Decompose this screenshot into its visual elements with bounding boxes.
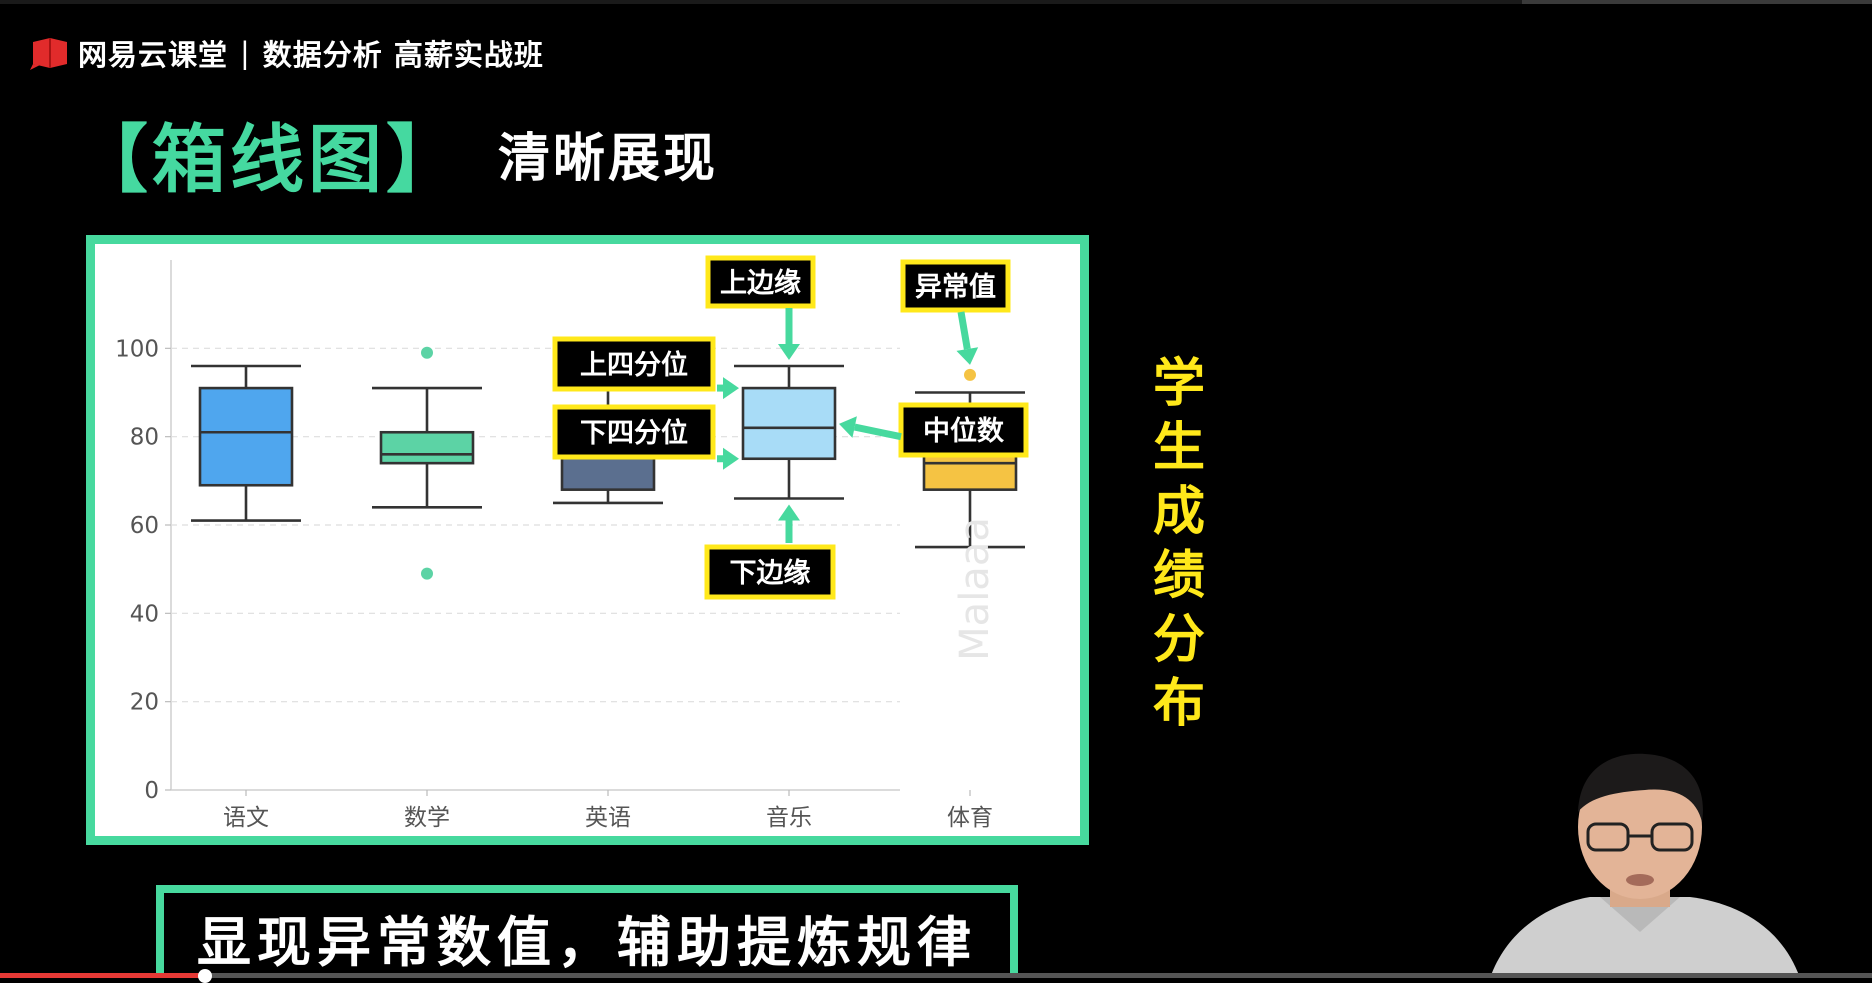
presenter-video: [1490, 753, 1800, 978]
y-tick-label: 100: [115, 336, 159, 362]
box-3: [734, 364, 844, 500]
progress-handle[interactable]: [198, 969, 212, 983]
label-outlier-text: 异常值: [915, 272, 996, 303]
label-upper-whisker: 上边缘: [705, 255, 816, 309]
title-main: 【箱线图】: [74, 116, 464, 203]
top-strip-segment: [1522, 0, 1872, 4]
outlier-point: [421, 567, 433, 580]
side-title: 学 生 成 绩 分 布: [1144, 352, 1214, 736]
bottom-banner: 显现异常数值，辅助提炼规律: [156, 885, 1018, 978]
video-progress-bar[interactable]: [0, 969, 1872, 983]
side-title-char: 学: [1152, 354, 1205, 414]
label-lower-whisker: 下边缘: [704, 544, 836, 600]
page-title: 【箱线图】 清晰展现: [74, 108, 719, 203]
brand-separator: |: [240, 36, 251, 70]
label-median: 中位数: [898, 402, 1029, 458]
arrow-upper-whisker: [778, 308, 800, 360]
arrow-upper-quartile-head: [723, 377, 739, 400]
brand-header: 网易云课堂 | 数据分析 高薪实战班: [30, 33, 544, 73]
side-title-char: 成: [1152, 482, 1205, 542]
iqr-box: [379, 430, 475, 465]
side-title-char: 分: [1152, 610, 1205, 670]
y-tick-label: 20: [130, 690, 159, 716]
arrow-median: [839, 416, 902, 441]
label-lower-whisker-text: 下边缘: [730, 558, 811, 589]
box-0: [191, 364, 301, 522]
progress-fill: [0, 973, 205, 978]
side-title-char: 生: [1152, 418, 1205, 478]
side-title-char: 布: [1152, 674, 1205, 734]
box-plot-chart: 0 20 40 60 80 100 语文 数学 英语 音乐 体育 Malaaa 上边缘 异常值上四分位…: [115, 255, 1029, 831]
outlier-point: [964, 368, 976, 381]
brand-name: 网易云课堂: [78, 38, 229, 72]
x-tick-label: 体育: [947, 805, 993, 831]
box-1: [372, 346, 482, 580]
banner-text: 显现异常数值，辅助提炼规律: [197, 911, 977, 974]
label-upper-whisker-text: 上边缘: [720, 268, 801, 299]
arrow-lower-quartile: [717, 447, 739, 470]
watermark: Malaaa: [952, 517, 998, 661]
arrow-outlier: [956, 311, 979, 365]
arrow-outlier-head: [956, 347, 979, 365]
label-upper-quartile: 上四分位: [552, 336, 716, 392]
title-sub: 清晰展现: [498, 128, 719, 189]
arrow-lower-whisker-head: [778, 504, 800, 521]
y-tick-label: 40: [130, 601, 159, 627]
x-tick-label: 语文: [223, 805, 269, 831]
iqr-box: [741, 386, 837, 461]
book-icon: [30, 38, 67, 70]
x-tick-label: 音乐: [766, 805, 812, 831]
arrow-median-shaft: [853, 423, 902, 441]
x-tick-label: 数学: [404, 805, 450, 831]
arrow-upper-quartile: [717, 377, 739, 400]
label-median-text: 中位数: [923, 415, 1005, 447]
arrow-lower-quartile-head: [723, 447, 739, 470]
chart-frame: 0 20 40 60 80 100 语文 数学 英语 音乐 体育 Malaaa 上边缘 异常值上四分位…: [86, 235, 1089, 845]
y-tick-label: 60: [130, 513, 159, 539]
top-strip: [0, 0, 1872, 4]
arrow-upper-whisker-head: [778, 344, 800, 360]
outlier-point: [421, 346, 433, 359]
x-tick-label: 英语: [585, 805, 631, 831]
label-outlier: 异常值: [900, 259, 1011, 313]
arrow-lower-whisker: [778, 504, 800, 543]
label-lower-quartile: 下四分位: [552, 404, 716, 460]
label-lower-quartile-text: 下四分位: [580, 417, 688, 449]
course-name: 数据分析 高薪实战班: [262, 38, 544, 72]
side-title-char: 绩: [1152, 546, 1205, 606]
label-upper-quartile-text: 上四分位: [580, 349, 688, 381]
iqr-box: [198, 386, 294, 487]
arrow-outlier-shaft: [957, 311, 971, 350]
y-tick-label: 80: [130, 425, 159, 451]
y-tick-label: 0: [144, 778, 159, 804]
arrow-median-head: [839, 416, 857, 438]
